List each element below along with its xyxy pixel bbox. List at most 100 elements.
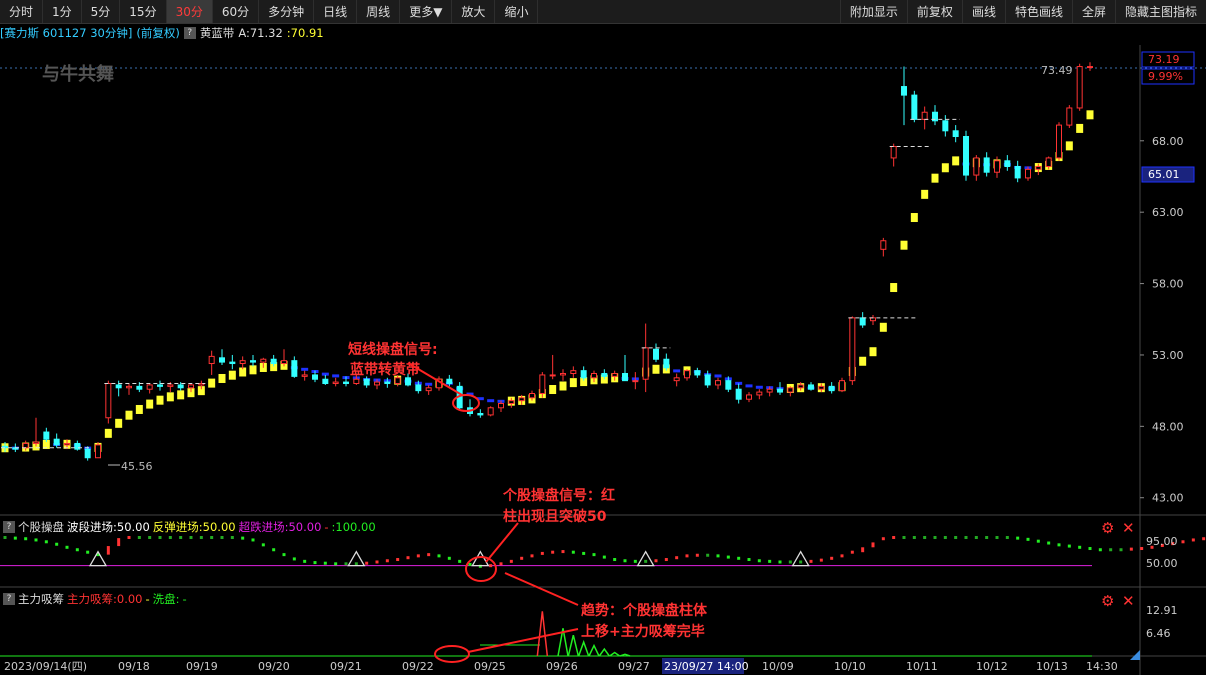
- help-icon[interactable]: ?: [3, 593, 15, 605]
- panel1-dot: [757, 559, 761, 563]
- panel1-dot: [437, 554, 441, 558]
- tab-daily[interactable]: 日线: [314, 0, 358, 23]
- panel1-dot: [261, 543, 265, 547]
- candle-body: [322, 378, 329, 385]
- panel1-dot: [344, 562, 348, 566]
- band-segment-yellow: [642, 367, 650, 377]
- zoom-out-button[interactable]: 缩小: [495, 0, 539, 23]
- band-segment-blue: [373, 378, 381, 382]
- panel1-dot: [189, 536, 193, 540]
- band-segment-yellow: [662, 364, 670, 374]
- hide-main-indicator-button[interactable]: 隐藏主图指标: [1114, 0, 1206, 23]
- band-segment-yellow: [1, 443, 9, 453]
- candle-body: [126, 385, 132, 389]
- panel1-dot: [633, 559, 637, 563]
- candle-body: [260, 358, 267, 363]
- panel1-settings-icon[interactable]: ⚙: [1101, 519, 1114, 537]
- panel1-dot: [1171, 542, 1175, 546]
- panel1-dot: [540, 551, 544, 555]
- candle-body: [808, 384, 814, 390]
- panel2-wash-spike: [567, 635, 580, 657]
- candle-body: [787, 387, 794, 393]
- band-segment-blue: [1024, 166, 1032, 170]
- band-segment-yellow: [208, 378, 216, 388]
- band-segment-yellow: [652, 364, 660, 374]
- panel1-dot: [499, 562, 503, 566]
- band-segment-blue: [456, 387, 464, 391]
- panel1-dot: [375, 560, 379, 564]
- panel1-dot: [75, 548, 79, 552]
- candle-body: [673, 377, 680, 382]
- band-segment-yellow: [1076, 123, 1084, 133]
- panel2-settings-icon[interactable]: ⚙: [1101, 592, 1114, 610]
- candle-body: [270, 358, 277, 365]
- panel1-dot: [1078, 545, 1082, 549]
- panel1-dot: [840, 554, 844, 558]
- panel1-dot: [478, 564, 482, 568]
- tab-weekly[interactable]: 周线: [357, 0, 401, 23]
- extra-display-button[interactable]: 附加显示: [839, 0, 907, 23]
- tab-1min[interactable]: 1分: [43, 0, 82, 23]
- panel2-wash-spike: [609, 651, 621, 657]
- panel1-dot: [158, 536, 162, 540]
- panel1-dot: [303, 559, 307, 563]
- candle-body: [983, 157, 990, 173]
- resize-handle[interactable]: [1130, 650, 1140, 660]
- fullscreen-button[interactable]: 全屏: [1071, 0, 1115, 23]
- candle-body: [715, 380, 721, 386]
- panel1-dot: [489, 564, 493, 568]
- tab-5min[interactable]: 5分: [82, 0, 121, 23]
- tab-multi-min[interactable]: 多分钟: [259, 0, 315, 23]
- panel1-dot: [923, 536, 927, 540]
- panel1-dot: [902, 536, 906, 540]
- panel1-dot: [675, 556, 679, 560]
- zoom-in-button[interactable]: 放大: [452, 0, 496, 23]
- price-label: 73.19: [1148, 53, 1180, 66]
- candle-body: [136, 385, 143, 390]
- forward-adjust-button[interactable]: 前复权: [906, 0, 962, 23]
- panel1-dot: [737, 556, 741, 560]
- panel1-dot: [1026, 537, 1030, 541]
- special-draw-button[interactable]: 特色画线: [1004, 0, 1072, 23]
- band-segment-yellow: [569, 378, 577, 388]
- date-label: 10/12: [976, 660, 1008, 673]
- panel2-tick-mid: 6.46: [1146, 627, 1171, 640]
- band-segment-blue: [1014, 165, 1022, 169]
- panel1-dot: [830, 556, 834, 560]
- candle-body: [415, 384, 422, 392]
- tab-30min[interactable]: 30分: [166, 0, 213, 23]
- candle-body: [839, 380, 845, 392]
- band-segment-yellow: [900, 240, 908, 250]
- annotation-3-arrow-up: [504, 572, 579, 606]
- panel1-dot: [220, 536, 224, 540]
- panel2-title: ? 主力吸筹 主力吸筹:0.00 - 洗盘: -: [3, 591, 187, 607]
- annotation-2-line1: 个股操盘信号：红: [502, 487, 615, 504]
- tab-60min[interactable]: 60分: [213, 0, 260, 23]
- band-segment-yellow: [435, 378, 443, 388]
- candle-body: [1056, 124, 1062, 159]
- panel2-close-icon[interactable]: ✕: [1122, 592, 1135, 610]
- band-segment-blue: [290, 366, 298, 370]
- panel1-dot: [995, 536, 999, 540]
- band-segment-yellow: [249, 365, 257, 375]
- help-icon[interactable]: ?: [3, 521, 15, 533]
- panel1-close-icon[interactable]: ✕: [1122, 519, 1135, 537]
- panel1-dot: [716, 554, 720, 558]
- draw-line-button[interactable]: 画线: [961, 0, 1005, 23]
- panel1-dot: [954, 536, 958, 540]
- help-icon[interactable]: ?: [183, 27, 196, 39]
- tab-15min[interactable]: 15分: [120, 0, 167, 23]
- panel1-dot: [34, 538, 38, 542]
- tab-timeshare[interactable]: 分时: [0, 0, 44, 23]
- band-segment-blue: [352, 376, 360, 380]
- band-segment-blue: [621, 376, 629, 380]
- panel1-dot: [148, 536, 152, 540]
- date-highlight: [662, 658, 744, 674]
- candle-body: [684, 370, 690, 379]
- tab-more-dropdown[interactable]: 更多▼: [400, 0, 453, 23]
- candle-body: [1014, 165, 1021, 179]
- panel1-triangle-marker: [347, 550, 366, 567]
- candle-body: [467, 407, 473, 414]
- band-segment-blue: [445, 381, 453, 385]
- panel1-dot: [292, 557, 296, 561]
